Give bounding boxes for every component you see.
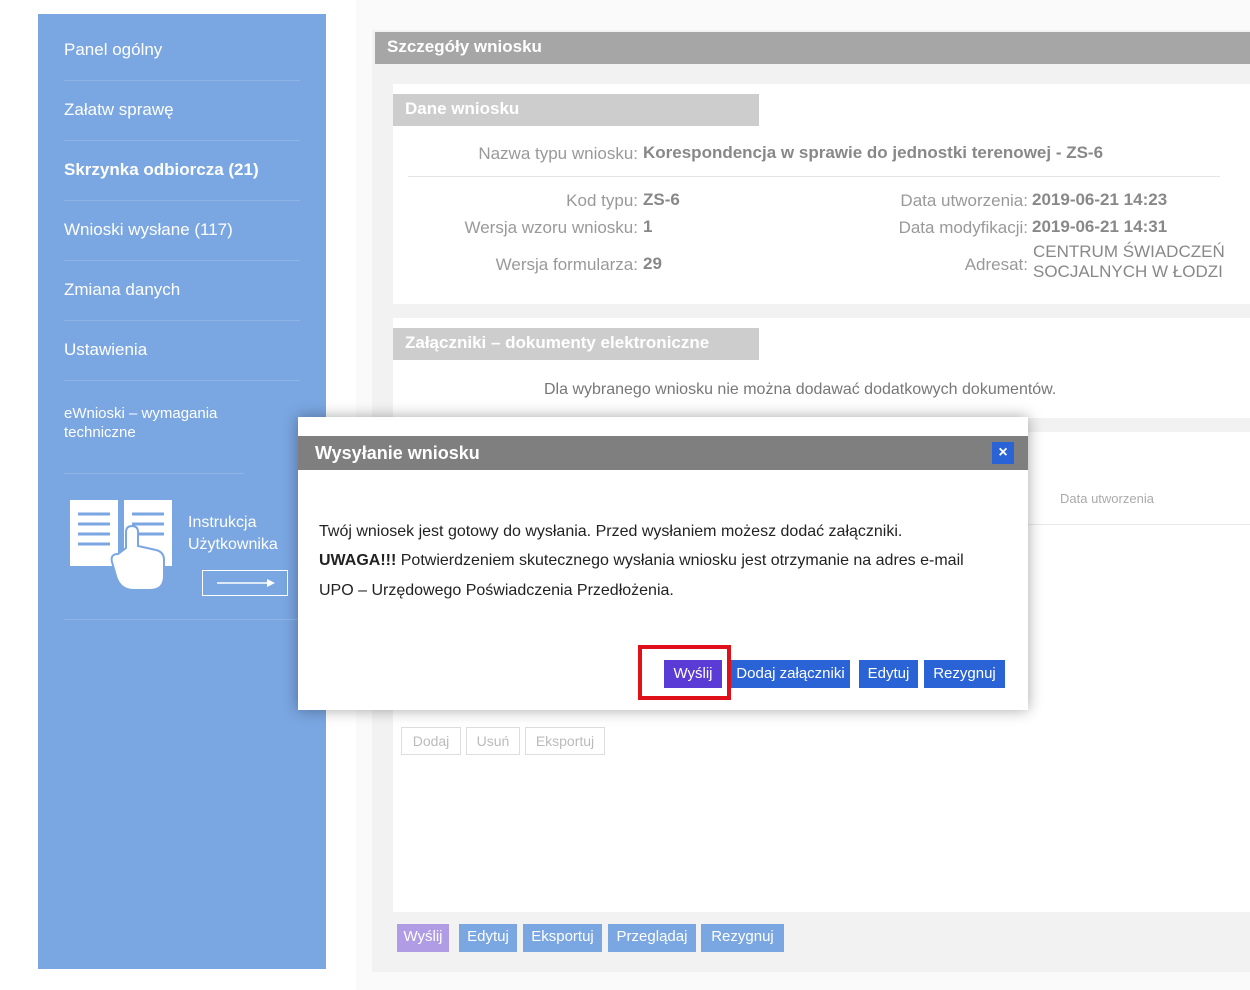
dialog-titlebar: Wysyłanie wniosku × <box>298 436 1028 470</box>
cancel-button[interactable]: Rezygnuj <box>924 660 1005 688</box>
form-version-label: Wersja formularza: <box>495 255 638 274</box>
type-code-label: Kod typu: <box>566 191 638 210</box>
request-data-title: Dane wniosku <box>393 94 759 126</box>
sidebar-item-zalatw-sprawe[interactable]: Załatw sprawę <box>64 100 300 141</box>
sidebar-item-panel[interactable]: Panel ogólny <box>64 40 300 81</box>
book-hand-icon <box>68 496 180 592</box>
addressee-label: Adresat: <box>964 255 1028 274</box>
form-version-value: 29 <box>643 254 662 273</box>
edit-button[interactable]: Edytuj <box>859 660 918 688</box>
bottom-edit-button[interactable]: Edytuj <box>459 924 517 952</box>
type-name-label: Nazwa typu wniosku: <box>478 144 638 163</box>
dialog-message-line2: UWAGA!!! Potwierdzeniem skutecznego wysł… <box>319 552 964 570</box>
column-header-created[interactable]: Data utworzenia <box>1060 491 1154 506</box>
add-attachments-button[interactable]: Dodaj załączniki <box>731 660 850 688</box>
addressee-line1: CENTRUM ŚWIADCZEŃ <box>1033 242 1225 261</box>
created-label: Data utworzenia: <box>900 191 1028 210</box>
sidebar-item-settings[interactable]: Ustawienia <box>64 340 300 381</box>
user-manual-link[interactable]: Instrukcja Użytkownika <box>64 490 326 620</box>
user-manual-line2: Użytkownika <box>188 536 278 553</box>
sidebar-item-requirements[interactable]: eWnioski – wymagania techniczne <box>64 404 244 474</box>
template-version-label: Wersja wzoru wniosku: <box>464 218 638 237</box>
sidebar: Panel ogólny Załatw sprawę Skrzynka odbi… <box>38 14 326 969</box>
bottom-browse-button[interactable]: Przeglądaj <box>608 924 696 952</box>
dialog-message-line1: Twój wniosek jest gotowy do wysłania. Pr… <box>319 523 903 540</box>
modified-label: Data modyfikacji: <box>898 218 1028 237</box>
sidebar-item-sent[interactable]: Wnioski wysłane (117) <box>64 220 300 261</box>
type-code-value: ZS-6 <box>643 190 680 209</box>
sidebar-item-change-data[interactable]: Zmiana danych <box>64 280 300 321</box>
close-icon[interactable]: × <box>992 442 1014 464</box>
user-manual-line1: Instrukcja <box>188 514 257 531</box>
export-list-button[interactable]: Eksportuj <box>525 727 605 755</box>
modified-value: 2019-06-21 14:31 <box>1032 217 1168 236</box>
bottom-export-button[interactable]: Eksportuj <box>523 924 602 952</box>
user-manual-label: Instrukcja Użytkownika <box>188 512 278 556</box>
warning-label: UWAGA!!! <box>319 552 397 569</box>
template-version-value: 1 <box>643 217 653 236</box>
addressee-line2: SOCJALNYCH W ŁODZI <box>1033 262 1223 281</box>
dialog-message-line3: UPO – Urzędowego Poświadczenia Przedłoże… <box>319 582 674 599</box>
attachments-message: Dla wybranego wniosku nie można dodawać … <box>544 381 1057 398</box>
sidebar-item-inbox[interactable]: Skrzynka odbiorcza (21) <box>64 160 300 201</box>
type-name-value: Korespondencja w sprawie do jednostki te… <box>643 143 1104 162</box>
remove-button[interactable]: Usuń <box>466 727 520 755</box>
attachments-title: Załączniki – dokumenty elektroniczne <box>393 328 759 360</box>
warning-text: Potwierdzeniem skutecznego wysłania wnio… <box>396 552 964 569</box>
bottom-cancel-button[interactable]: Rezygnuj <box>701 924 784 952</box>
page-title: Szczegóły wniosku <box>375 32 1250 64</box>
arrow-right-icon[interactable] <box>202 570 288 596</box>
dialog-title: Wysyłanie wniosku <box>315 443 480 463</box>
created-value: 2019-06-21 14:23 <box>1032 190 1168 209</box>
addressee-value: CENTRUM ŚWIADCZEŃ SOCJALNYCH W ŁODZI <box>1033 242 1225 282</box>
bottom-send-button[interactable]: Wyślij <box>397 924 449 952</box>
send-button-highlight <box>638 645 731 700</box>
divider <box>408 176 1220 177</box>
add-button[interactable]: Dodaj <box>401 727 461 755</box>
